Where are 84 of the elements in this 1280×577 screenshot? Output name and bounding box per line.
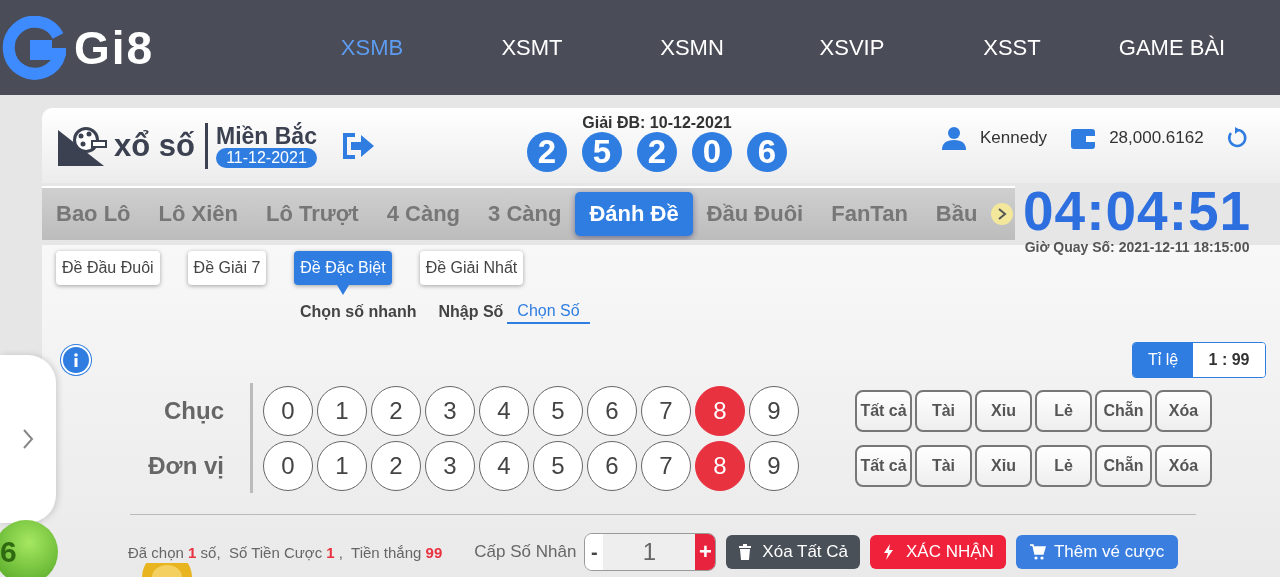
refresh-icon[interactable]: [1225, 126, 1248, 149]
number-ball[interactable]: 8: [695, 440, 745, 491]
draw-time: Giờ Quay Số: 2021-12-11 18:15:00: [1024, 239, 1250, 255]
result-ball: 5: [582, 131, 622, 172]
multiplier-value: 1: [641, 537, 657, 567]
g-logo-icon: [2, 15, 66, 80]
cart-icon: [1029, 544, 1046, 560]
quick-pick-button[interactable]: Chẵn: [1095, 389, 1152, 432]
bet-type-tab[interactable]: Đề Đặc Biệt: [294, 251, 392, 285]
quick-pick-button[interactable]: Tất cả: [855, 444, 912, 487]
bet-type-tab[interactable]: Đề Giải Nhất: [419, 251, 524, 285]
number-ball[interactable]: 9: [749, 440, 799, 491]
nav-link[interactable]: GAME BÀI: [1092, 34, 1252, 61]
number-ball[interactable]: 5: [533, 440, 583, 491]
quick-pick-button[interactable]: Tài: [915, 444, 972, 487]
number-ball[interactable]: 8: [695, 385, 745, 436]
quick-pick-button[interactable]: Chẵn: [1095, 444, 1152, 487]
date-badge: 11-12-2021: [216, 147, 317, 168]
multiplier-label: Cấp Số Nhân: [474, 542, 577, 562]
number-ball[interactable]: 6: [587, 440, 637, 491]
result-ball: 2: [637, 131, 677, 172]
number-ball[interactable]: 2: [371, 385, 421, 436]
action-button[interactable]: Thêm vé cược: [1015, 535, 1179, 569]
odds-label: Tỉ lệ: [1133, 343, 1193, 377]
quick-pick-button[interactable]: Xóa: [1155, 389, 1212, 432]
countdown-timer: 04:04:51: [1023, 183, 1252, 239]
number-ball[interactable]: 5: [533, 385, 583, 436]
number-ball[interactable]: 0: [263, 440, 313, 491]
chevron-right-icon: [997, 208, 1008, 220]
result-ball: 2: [527, 131, 567, 172]
nav-link[interactable]: XSMT: [452, 34, 612, 61]
number-ball[interactable]: 9: [749, 385, 799, 436]
result-ball: 0: [692, 131, 732, 172]
quick-pick-button[interactable]: Tất cả: [855, 389, 912, 432]
row-label: Đơn vị: [147, 451, 224, 480]
jackpot-label: Giải ĐB: 10-12-2021: [582, 113, 732, 132]
input-mode-tab[interactable]: Nhập Số: [438, 303, 504, 323]
number-ball[interactable]: 6: [587, 385, 637, 436]
number-ball[interactable]: 1: [317, 385, 367, 436]
quick-pick-button[interactable]: Lẻ: [1035, 389, 1092, 432]
quick-pick-button[interactable]: Tài: [915, 389, 972, 432]
number-ball[interactable]: 2: [371, 440, 421, 491]
brand-name: Gi8: [74, 20, 155, 75]
nav-link[interactable]: XSMN: [612, 34, 772, 61]
number-ball[interactable]: 0: [263, 385, 313, 436]
minus-button[interactable]: -: [585, 534, 604, 570]
game-tab[interactable]: Đánh Đề: [575, 192, 693, 236]
bet-type-tab[interactable]: Đề Giải 7: [187, 251, 267, 285]
balance-amount: 28,000.6162: [1109, 127, 1204, 148]
nav-link[interactable]: XSST: [932, 34, 1092, 61]
quick-pick-button[interactable]: Xỉu: [975, 389, 1032, 432]
number-ball[interactable]: 3: [425, 385, 475, 436]
info-icon[interactable]: [61, 345, 91, 375]
region-name: Miền Bắc: [215, 123, 317, 148]
result-ball: 6: [747, 131, 787, 172]
number-ball[interactable]: 3: [425, 440, 475, 491]
number-ball[interactable]: 4: [479, 440, 529, 491]
wallet-icon: [1071, 126, 1096, 149]
number-ball[interactable]: 7: [641, 440, 691, 491]
row-label: Chục: [163, 396, 224, 425]
quick-pick-button[interactable]: Xóa: [1155, 444, 1212, 487]
number-ball[interactable]: 1: [317, 440, 367, 491]
scroll-right-button[interactable]: [991, 203, 1014, 225]
number-ball[interactable]: 4: [479, 385, 529, 436]
quick-pick-button[interactable]: Lẻ: [1035, 444, 1092, 487]
pointer-icon: [337, 285, 349, 295]
bet-type-tab[interactable]: Đề Đầu Đuôi: [56, 251, 160, 285]
number-ball[interactable]: 7: [641, 385, 691, 436]
exit-icon: [340, 131, 375, 160]
user-icon: [942, 125, 966, 150]
plus-button[interactable]: +: [695, 534, 716, 570]
action-button[interactable]: XÁC NHẬN: [870, 535, 1006, 569]
quick-pick-button[interactable]: Xỉu: [975, 444, 1032, 487]
user-name: Kennedy: [980, 127, 1048, 148]
odds-value: 1 : 99: [1193, 343, 1265, 377]
bet-summary: Đã chọn 1 số, Số Tiền Cược 1 , Tiền thắng 99: [128, 543, 443, 561]
lottery-title: xổ số: [114, 127, 195, 164]
nav-link[interactable]: XSVIP: [772, 34, 932, 61]
input-mode-tab[interactable]: Chọn số nhanh: [300, 303, 417, 323]
lottery-ball: 6: [0, 520, 58, 577]
input-mode-tab[interactable]: Chọn Số: [507, 302, 590, 324]
chevron-right-icon: [22, 428, 34, 450]
action-button[interactable]: Xóa Tất Cả: [726, 535, 861, 569]
multiplier-stepper[interactable]: - 1 +: [584, 533, 717, 571]
